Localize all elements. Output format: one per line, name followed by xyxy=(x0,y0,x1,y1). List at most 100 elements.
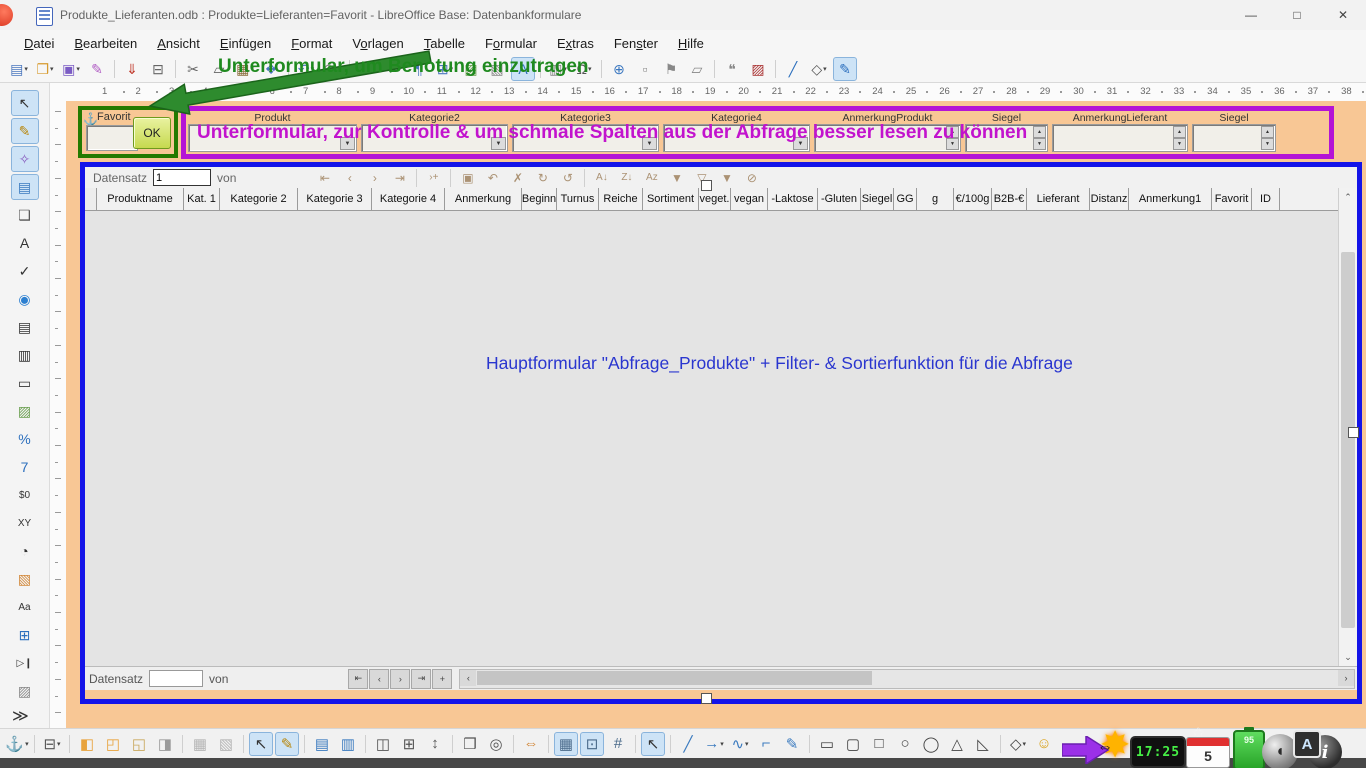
display-grid-icon[interactable]: ▦ xyxy=(554,732,578,756)
date-field-icon[interactable]: 7 xyxy=(11,454,39,480)
ungroup-icon[interactable]: ▧ xyxy=(214,732,238,756)
previous-record-button[interactable]: ‹ xyxy=(369,669,389,689)
helplines-while-moving-icon[interactable]: # xyxy=(606,732,630,756)
anchor-icon[interactable]: ⚓▾ xyxy=(5,732,29,756)
column-header--laktose[interactable]: -Laktose xyxy=(768,188,818,210)
column-header-veget-[interactable]: veget. xyxy=(699,188,731,210)
spin-up-icon[interactable]: ▲ xyxy=(1033,126,1046,138)
selection-handle-top[interactable] xyxy=(701,180,712,191)
horizontal-scrollbar[interactable]: ‹ › xyxy=(459,669,1355,689)
insert-table-icon[interactable]: ⊞▾ xyxy=(433,57,457,81)
sort-ascending-icon[interactable]: A↓ xyxy=(590,168,613,188)
triangle-icon[interactable]: △ xyxy=(945,732,969,756)
menu-item-vorlagen[interactable]: Vorlagen xyxy=(342,33,413,54)
formatted-field-icon[interactable]: % xyxy=(11,426,39,452)
special-character-icon[interactable]: Ω▾ xyxy=(572,57,596,81)
maximize-button[interactable]: □ xyxy=(1274,0,1320,30)
column-header-kat-1[interactable]: Kat. 1 xyxy=(184,188,220,210)
column-header-lieferant[interactable]: Lieferant xyxy=(1027,188,1090,210)
column-header--gluten[interactable]: -Gluten xyxy=(818,188,861,210)
menu-item-formular[interactable]: Formular xyxy=(475,33,547,54)
open-dropdown-icon[interactable]: ▾ xyxy=(50,65,54,73)
new-record-button[interactable]: + xyxy=(432,669,452,689)
curve-dropdown-icon[interactable]: ▾ xyxy=(745,740,749,748)
scroll-up-icon[interactable]: ⌃ xyxy=(1339,188,1357,206)
control-wizards-icon[interactable]: ✧ xyxy=(11,146,39,172)
sort-descending-icon[interactable]: Z↓ xyxy=(615,168,638,188)
automatic-control-focus-icon[interactable]: ◎ xyxy=(484,732,508,756)
menu-item-hilfe[interactable]: Hilfe xyxy=(668,33,714,54)
label-field-icon[interactable]: ❑ xyxy=(11,202,39,228)
menu-item-fenster[interactable]: Fenster xyxy=(604,33,668,54)
rectangle-icon[interactable]: ▭ xyxy=(815,732,839,756)
record-number-input[interactable] xyxy=(153,169,211,186)
option-button-icon[interactable]: ◉ xyxy=(11,286,39,312)
menu-item-datei[interactable]: Datei xyxy=(14,33,64,54)
last-record-button[interactable]: ⇥ xyxy=(411,669,431,689)
kategorie2-input[interactable]: ▼ xyxy=(361,124,508,152)
copy-icon[interactable]: ▱ xyxy=(207,57,231,81)
combo-dropdown-icon[interactable]: ▼ xyxy=(642,137,657,150)
cross-reference-icon[interactable]: ▱ xyxy=(685,57,709,81)
close-button[interactable]: ✕ xyxy=(1320,0,1366,30)
basic-shapes-dropdown-icon[interactable]: ▾ xyxy=(823,65,827,73)
refresh-control-icon[interactable]: ↺ xyxy=(556,168,579,188)
bring-to-front-icon[interactable]: ◧ xyxy=(75,732,99,756)
line-ends-arrow-dropdown-icon[interactable]: ▾ xyxy=(720,740,724,748)
column-header-beginn[interactable]: Beginn xyxy=(522,188,557,210)
more-controls-button[interactable]: ≫ xyxy=(12,706,29,726)
spin-up-icon[interactable]: ▲ xyxy=(1173,126,1186,138)
spin-down-icon[interactable]: ▼ xyxy=(1173,138,1186,150)
column-header-b2b-[interactable]: B2B-€ xyxy=(992,188,1027,210)
column-header-favorit[interactable]: Favorit xyxy=(1212,188,1252,210)
combo-dropdown-icon[interactable]: ▼ xyxy=(491,137,506,150)
line-ends-arrow-icon[interactable]: →▾ xyxy=(702,732,726,756)
comment-icon[interactable]: ❝ xyxy=(720,57,744,81)
navigation-bar-icon[interactable]: ▷❙ xyxy=(11,650,39,676)
open-in-design-mode-icon[interactable]: ❒ xyxy=(458,732,482,756)
column-header-distanz[interactable]: Distanz xyxy=(1090,188,1129,210)
circle-icon[interactable]: ◯ xyxy=(919,732,943,756)
formatting-marks-icon[interactable]: ¶ xyxy=(407,57,431,81)
text-character-icon[interactable]: Aa xyxy=(11,594,39,620)
resize-arrows-icon[interactable]: ⇔ xyxy=(1097,739,1113,757)
column-header-g[interactable]: g xyxy=(917,188,954,210)
basic-shapes-icon[interactable]: ◇▾ xyxy=(807,57,831,81)
bookmark-icon[interactable]: ⚑ xyxy=(659,57,683,81)
menu-item-tabelle[interactable]: Tabelle xyxy=(414,33,475,54)
combo-dropdown-icon[interactable]: ▼ xyxy=(793,137,808,150)
print-icon[interactable]: ⊟ xyxy=(146,57,170,81)
special-character-dropdown-icon[interactable]: ▾ xyxy=(588,65,592,73)
column-header-kategorie-3[interactable]: Kategorie 3 xyxy=(298,188,372,210)
insert-image-icon[interactable]: ▨ xyxy=(459,57,483,81)
select-pointer-icon[interactable]: ↖ xyxy=(641,732,665,756)
spin-down-icon[interactable]: ▼ xyxy=(1261,138,1274,150)
back-one-icon[interactable]: ◱ xyxy=(127,732,151,756)
reset-filter-icon[interactable]: ⊘ xyxy=(740,168,763,188)
column-header-kategorie-4[interactable]: Kategorie 4 xyxy=(372,188,445,210)
anchor-dropdown-icon[interactable]: ▾ xyxy=(25,740,29,748)
produkt-input[interactable]: ▼ xyxy=(188,124,357,152)
clone-formatting-icon[interactable]: ❖ xyxy=(259,57,283,81)
menu-item-bearbeiten[interactable]: Bearbeiten xyxy=(64,33,147,54)
form-navigator-icon[interactable]: ◫ xyxy=(371,732,395,756)
first-record-button[interactable]: ⇤ xyxy=(348,669,368,689)
insert-line-icon[interactable]: ╱ xyxy=(781,57,805,81)
toggle-design-mode-icon[interactable]: ✎ xyxy=(11,118,39,144)
horizontal-scroll-thumb[interactable] xyxy=(477,671,872,685)
selection-handle-right[interactable] xyxy=(1348,427,1359,438)
select-icon[interactable]: ↖ xyxy=(249,732,273,756)
paste-dropdown-icon[interactable]: ▾ xyxy=(250,65,254,73)
kategorie3-input[interactable]: ▼ xyxy=(512,124,659,152)
selection-handle-bottom[interactable] xyxy=(701,693,712,704)
scroll-left-icon[interactable]: ‹ xyxy=(460,670,476,686)
snap-to-grid-icon[interactable]: ⊡ xyxy=(580,732,604,756)
new-document-dropdown-icon[interactable]: ▾ xyxy=(24,65,28,73)
control-properties-icon[interactable]: ▤ xyxy=(310,732,334,756)
column-header-anmerkung[interactable]: Anmerkung xyxy=(445,188,522,210)
pattern-field-icon[interactable]: XY xyxy=(11,510,39,536)
send-to-back-icon[interactable]: ◨ xyxy=(153,732,177,756)
new-document-icon[interactable]: ▤▾ xyxy=(7,57,31,81)
list-box-icon[interactable]: ▤ xyxy=(11,314,39,340)
column-header-kategorie-2[interactable]: Kategorie 2 xyxy=(220,188,298,210)
